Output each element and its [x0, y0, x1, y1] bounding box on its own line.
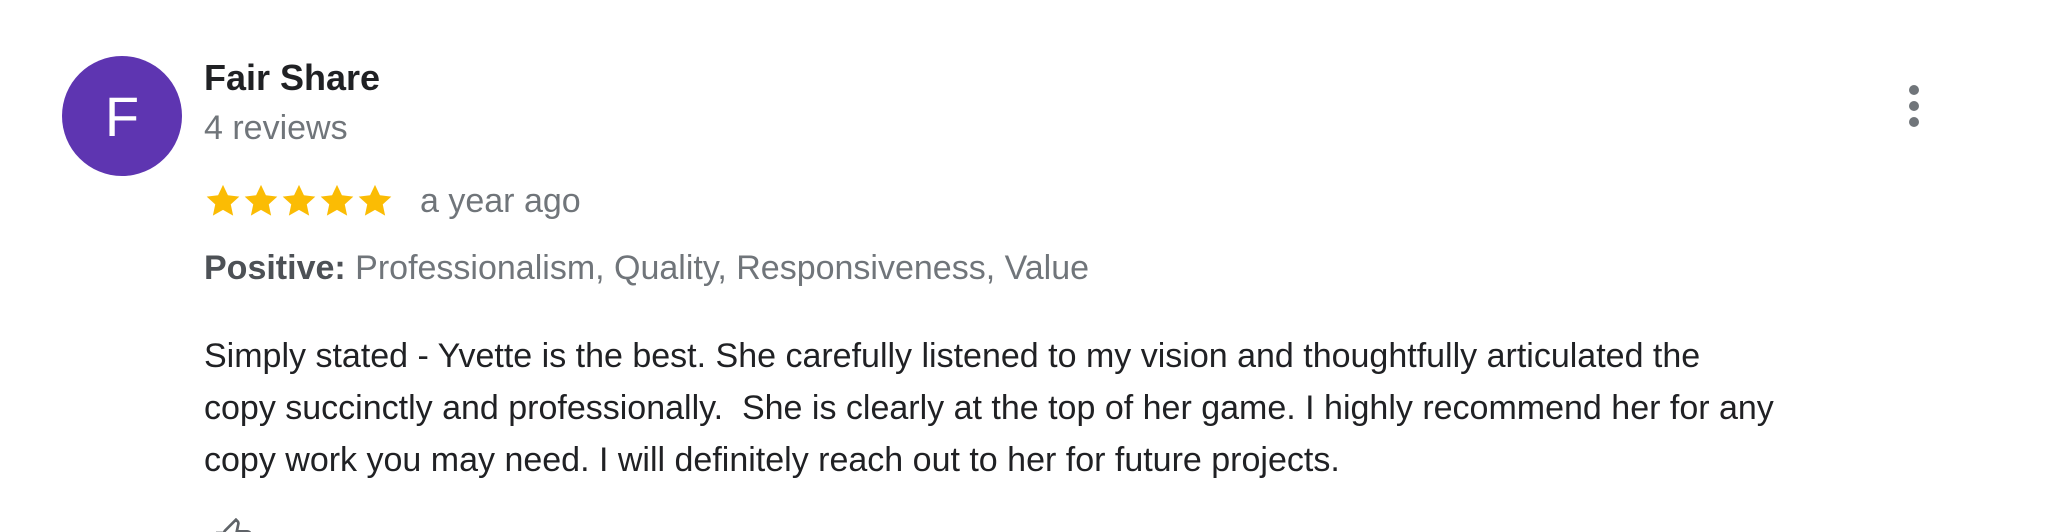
- review-card: F Fair Share 4 reviews a year ago Positi…: [0, 0, 2067, 532]
- like-button[interactable]: [214, 518, 254, 532]
- avatar-initial: F: [104, 84, 140, 148]
- star-icon: [356, 182, 394, 220]
- review-text-line: copy work you may need. I will definitel…: [204, 441, 1340, 479]
- star-icon: [242, 182, 280, 220]
- author-name[interactable]: Fair Share: [204, 56, 380, 100]
- star-icon: [280, 182, 318, 220]
- attributes-values: Professionalism, Quality, Responsiveness…: [355, 249, 1090, 287]
- review-attributes: Positive: Professionalism, Quality, Resp…: [204, 246, 1089, 290]
- thumb-up-icon: [216, 518, 252, 532]
- review-text: Simply stated - Yvette is the best. She …: [204, 330, 2024, 486]
- star-rating: [204, 182, 394, 220]
- star-icon: [318, 182, 356, 220]
- rating-row: a year ago: [204, 176, 581, 226]
- more-options-button[interactable]: [1892, 76, 1936, 136]
- review-text-line: Simply stated - Yvette is the best. She …: [204, 337, 1701, 375]
- review-time: a year ago: [420, 181, 581, 220]
- author-review-count: 4 reviews: [204, 109, 348, 147]
- star-icon: [204, 182, 242, 220]
- review-text-line: copy succinctly and professionally. She …: [204, 389, 1774, 427]
- avatar[interactable]: F: [62, 56, 182, 176]
- more-vert-icon-dot: [1909, 117, 1919, 127]
- more-vert-icon-dot: [1909, 85, 1919, 95]
- attributes-label: Positive:: [204, 249, 346, 287]
- more-vert-icon-dot: [1909, 101, 1919, 111]
